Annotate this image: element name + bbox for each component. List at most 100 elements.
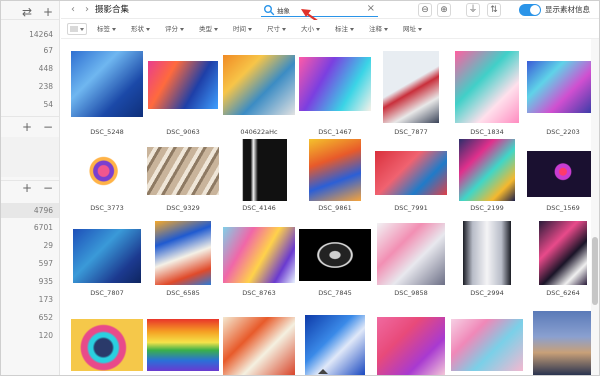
thumbnail[interactable] [73, 229, 141, 283]
thumbnail[interactable] [377, 223, 445, 285]
thumbnail[interactable] [377, 317, 445, 375]
image-item[interactable]: DSC_9329 [145, 139, 221, 217]
filter-annotation[interactable]: 标注 [335, 24, 354, 34]
image-item[interactable]: DSC_2994 [449, 217, 525, 303]
image-item[interactable]: DSC_6585 [145, 217, 221, 303]
thumbnail[interactable] [71, 319, 143, 371]
thumbnail[interactable] [539, 221, 587, 285]
image-item[interactable]: DSC_2199 [449, 139, 525, 217]
image-item[interactable]: DSC_9861 [297, 139, 373, 217]
add-icon[interactable]: + [21, 182, 33, 194]
thumbnail[interactable] [527, 61, 599, 113]
tag-count-selected[interactable]: 4796 [1, 203, 59, 218]
filter-tags[interactable]: 标签 [97, 24, 116, 34]
image-item[interactable] [373, 311, 449, 375]
zoom-out-icon[interactable]: ⊖ [418, 3, 432, 17]
thumbnail[interactable] [455, 51, 519, 123]
thumbnail[interactable] [459, 139, 515, 201]
folder-count[interactable]: 54 [3, 97, 53, 112]
folder-count[interactable]: 67 [3, 43, 53, 58]
tag-count[interactable]: 597 [3, 256, 53, 271]
filter-url[interactable]: 网址 [403, 24, 422, 34]
tag-count[interactable]: 6701 [3, 220, 53, 235]
image-item[interactable]: DSC_3773 [69, 139, 145, 217]
filter-rating[interactable]: 评分 [165, 24, 184, 34]
image-item[interactable]: DSC_9858 [373, 217, 449, 303]
tag-count[interactable]: 29 [3, 238, 53, 253]
thumbnail[interactable] [73, 145, 141, 197]
folder-count[interactable]: 448 [3, 61, 53, 76]
show-info-toggle[interactable] [519, 4, 541, 16]
filter-dimensions[interactable]: 尺寸 [267, 24, 286, 34]
collapse-icon[interactable]: − [42, 182, 54, 194]
swap-icon[interactable]: ⇄ [21, 6, 33, 18]
thumbnail[interactable] [147, 319, 219, 371]
thumbnail[interactable] [451, 319, 523, 371]
back-icon[interactable]: ‹ [67, 4, 79, 16]
image-item[interactable]: DSC_7807 [69, 217, 145, 303]
image-item[interactable]: DSC_2203 [525, 49, 599, 139]
search-input[interactable] [277, 5, 357, 15]
thumbnail[interactable] [299, 229, 371, 281]
zoom-in-icon[interactable]: ⊕ [437, 3, 451, 17]
filter-time[interactable]: 时间 [233, 24, 252, 34]
image-item[interactable]: DSC_9063 [145, 49, 221, 139]
image-item[interactable]: DSC_1834 [449, 49, 525, 139]
search-box[interactable]: × [261, 3, 378, 17]
filter-type[interactable]: 类型 [199, 24, 218, 34]
thumbnail[interactable] [463, 221, 511, 285]
filter-notes[interactable]: 注释 [369, 24, 388, 34]
thumbnail[interactable] [533, 311, 593, 375]
thumbnail[interactable] [299, 57, 371, 111]
thumbnail[interactable] [309, 139, 361, 201]
collapse-panel-icon[interactable] [318, 369, 328, 374]
image-name: DSC_7807 [90, 289, 124, 297]
thumbnail[interactable] [147, 147, 219, 195]
thumbnail[interactable] [305, 315, 365, 375]
forward-icon[interactable]: › [81, 4, 93, 16]
tag-count[interactable]: 173 [3, 292, 53, 307]
image-item[interactable] [449, 311, 525, 375]
thumbnail[interactable] [155, 221, 211, 285]
image-item[interactable] [525, 311, 599, 375]
thumbnail[interactable] [231, 139, 287, 201]
thumbnail[interactable] [527, 151, 599, 197]
thumbnail[interactable] [71, 51, 143, 117]
vertical-scrollbar[interactable] [591, 39, 599, 375]
thumbnail[interactable] [383, 51, 439, 123]
add-icon[interactable]: + [42, 6, 54, 18]
image-item[interactable]: DSC_7991 [373, 139, 449, 217]
image-item[interactable]: DSC_4146 [221, 139, 297, 217]
image-item[interactable]: DSC_8763 [221, 217, 297, 303]
sort-icon[interactable]: ⇅ [487, 3, 501, 17]
folder-count[interactable]: 14264 [3, 27, 53, 42]
thumbnail[interactable] [223, 55, 295, 115]
color-filter-button[interactable] [67, 23, 87, 35]
image-item[interactable]: DSC_7877 [373, 49, 449, 139]
image-item[interactable]: 040622aHc [221, 49, 297, 139]
filter-shape[interactable]: 形状 [131, 24, 150, 34]
thumbnail[interactable] [223, 317, 295, 375]
image-item[interactable] [145, 311, 221, 375]
thumbnail[interactable] [375, 151, 447, 195]
scroll-thumb[interactable] [592, 237, 598, 305]
image-item[interactable] [221, 311, 297, 375]
image-item[interactable]: DSC_1569 [525, 139, 599, 217]
image-item[interactable] [297, 311, 373, 375]
collapse-icon[interactable]: − [42, 121, 54, 133]
tag-count[interactable]: 652 [3, 310, 53, 325]
thumbnail[interactable] [223, 227, 295, 283]
image-item[interactable]: DSC_1467 [297, 49, 373, 139]
clear-icon[interactable]: × [367, 3, 375, 15]
folder-count[interactable]: 238 [3, 79, 53, 94]
tag-count[interactable]: 120 [3, 328, 53, 343]
tag-count[interactable]: 935 [3, 274, 53, 289]
thumbnail[interactable] [148, 61, 218, 109]
filter-size[interactable]: 大小 [301, 24, 320, 34]
image-item[interactable]: DSC_5248 [69, 49, 145, 139]
filter-icon[interactable]: ⏚ [466, 3, 480, 17]
image-item[interactable]: DSC_6264 [525, 217, 599, 303]
add-icon[interactable]: + [21, 121, 33, 133]
image-item[interactable] [69, 311, 145, 375]
image-item[interactable]: DSC_7845 [297, 217, 373, 303]
